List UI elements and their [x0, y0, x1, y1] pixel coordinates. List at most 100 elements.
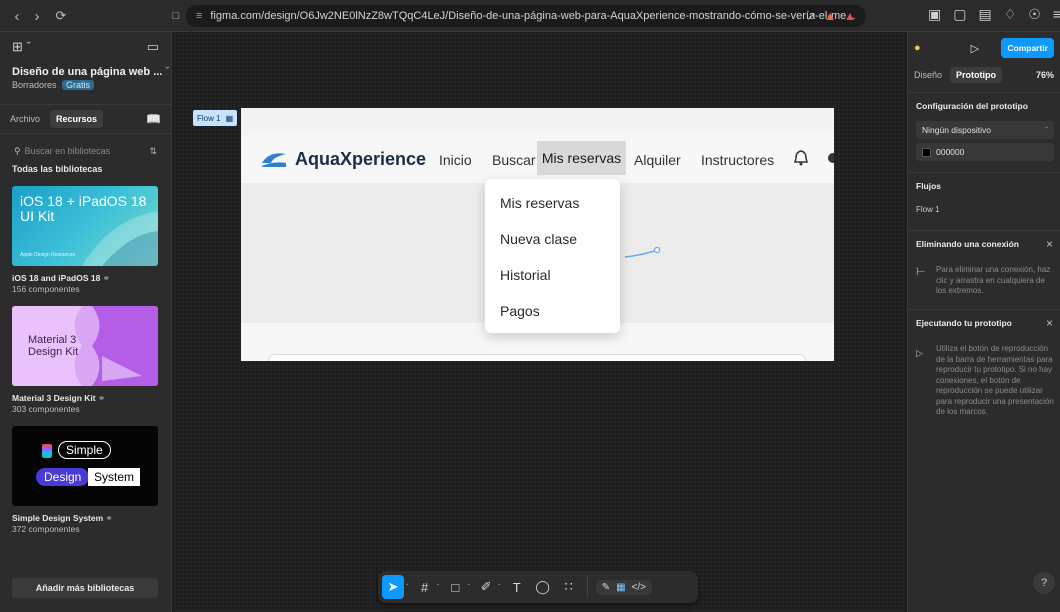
- browser-toolbar: ‹ › ⟳ □ ≡ figma.com/design/O6Jw2NE0lNzZ8…: [0, 0, 1060, 32]
- filter-icon[interactable]: ⇅: [149, 146, 157, 157]
- move-tool-chevron-icon[interactable]: ˇ: [406, 583, 409, 592]
- actions-tool-icon[interactable]: ∷: [559, 575, 579, 599]
- flow-item[interactable]: Flow 1: [916, 205, 940, 216]
- nav-link-buscar[interactable]: Buscar: [492, 152, 536, 168]
- add-libraries-button[interactable]: Añadir más bibliotecas: [12, 578, 158, 598]
- shape-tool-chevron-icon[interactable]: ˇ: [467, 583, 470, 592]
- tab-recursos[interactable]: Recursos: [50, 110, 104, 128]
- run-prototype-text: Utiliza el botón de reproducción de la b…: [936, 344, 1054, 416]
- figma-menu-icon[interactable]: ⊞ ˇ: [12, 39, 31, 55]
- draw-mode-icon[interactable]: ✎: [602, 582, 610, 593]
- tab-icon[interactable]: ▢: [953, 6, 966, 23]
- library-search[interactable]: ⚲ Buscar en bibliotecas ⇅: [8, 140, 163, 162]
- dropdown-item-nueva-clase[interactable]: Nueva clase: [500, 231, 577, 247]
- reservas-dropdown: Mis reservas Nueva clase Historial Pagos: [485, 179, 620, 333]
- search-placeholder: Buscar en bibliotecas: [24, 146, 111, 156]
- help-button[interactable]: ?: [1033, 572, 1055, 594]
- device-select[interactable]: Ningún dispositivo ˇ: [916, 121, 1054, 139]
- move-tool-icon[interactable]: ➤: [382, 575, 404, 599]
- right-panel-header: ● ▷ Compartir: [908, 32, 1060, 64]
- share-button[interactable]: Compartir: [1001, 38, 1054, 58]
- prototype-connection[interactable]: [623, 247, 663, 259]
- menu-icon[interactable]: ≡: [1053, 6, 1060, 23]
- text-tool-icon[interactable]: T: [507, 575, 527, 599]
- chevron-down-icon[interactable]: ˇ: [165, 66, 169, 78]
- dev-mode-icon[interactable]: </>: [632, 582, 646, 593]
- toolbar-separator: [586, 577, 588, 597]
- sidebar-icon[interactable]: ▣: [928, 6, 941, 23]
- present-icon[interactable]: ▷: [971, 42, 979, 55]
- window-icon[interactable]: ▤: [978, 6, 991, 23]
- figma-logo-icon: [42, 444, 52, 458]
- user-avatar[interactable]: [828, 153, 834, 163]
- remove-connection-section: Eliminando una conexión × ⊢ Para elimina…: [908, 230, 1060, 310]
- pen-tool-icon[interactable]: ✐: [476, 575, 496, 599]
- reload-icon[interactable]: ⟳: [50, 5, 72, 27]
- tab-archivo[interactable]: Archivo: [10, 114, 40, 124]
- bell-icon[interactable]: [794, 150, 808, 166]
- disconnect-icon: ⊢: [916, 266, 926, 278]
- back-icon[interactable]: ‹: [6, 5, 28, 27]
- extensions-icon[interactable]: ♢: [1004, 6, 1017, 23]
- nav-link-inicio[interactable]: Inicio: [439, 152, 472, 168]
- nav-link-alquiler[interactable]: Alquiler: [634, 152, 681, 168]
- file-title[interactable]: Diseño de una página web ... ˇ: [0, 62, 171, 78]
- library-link-icon: ⚭: [102, 273, 110, 283]
- tab-prototipo[interactable]: Prototipo: [950, 67, 1003, 83]
- simple-thumb-word1: Simple: [58, 441, 111, 459]
- close-icon[interactable]: ×: [1046, 316, 1053, 330]
- address-bar[interactable]: ≡ figma.com/design/O6Jw2NE0lNzZ8wTQqC4Le…: [186, 5, 866, 27]
- drafts-label[interactable]: Borradores: [12, 80, 57, 90]
- bookmark-icon[interactable]: □: [165, 5, 187, 27]
- library-thumbnail-material[interactable]: Material 3 Design Kit: [12, 306, 158, 386]
- site-logo[interactable]: AquaXperience: [261, 149, 426, 170]
- file-title-text: Diseño de una página web ...: [12, 66, 163, 78]
- left-panel-tabs: Archivo Recursos 📖: [0, 104, 171, 134]
- dropdown-item-historial[interactable]: Historial: [500, 267, 551, 283]
- nav-link-instructores[interactable]: Instructores: [701, 152, 774, 168]
- pen-tool-chevron-icon[interactable]: ˇ: [498, 583, 501, 592]
- plan-badge: Gratis: [62, 80, 95, 90]
- color-swatch[interactable]: [922, 147, 931, 157]
- multiplayer-avatar[interactable]: ●: [914, 42, 921, 54]
- nav-link-mis-reservas[interactable]: Mis reservas: [537, 141, 626, 175]
- library-count-material: 303 componentes: [12, 404, 80, 414]
- background-color-field[interactable]: 000000: [916, 143, 1054, 161]
- flows-section: Flujos Flow 1: [908, 172, 1060, 232]
- forward-icon[interactable]: ›: [26, 5, 48, 27]
- flow-play-icon[interactable]: ▦: [226, 114, 234, 123]
- vpn-icon[interactable]: ☉: [1028, 6, 1041, 23]
- frame-tool-chevron-icon[interactable]: ˇ: [437, 583, 440, 592]
- library-name-material[interactable]: Material 3 Design Kit ⚭: [12, 393, 105, 404]
- comment-tool-icon[interactable]: ◯: [533, 575, 553, 599]
- library-thumbnail-simple[interactable]: Simple Design System: [12, 426, 158, 506]
- library-thumbnail-ios[interactable]: iOS 18 + iPadOS 18 UI Kit Apple Design R…: [12, 186, 158, 266]
- brave-shield-icon[interactable]: ▲: [824, 9, 836, 23]
- flow-start-tag[interactable]: Flow 1 ▦: [193, 110, 238, 126]
- design-canvas[interactable]: Flow 1 ▦ AquaXperience Inicio Buscar Mis…: [173, 32, 906, 612]
- right-panel: ● ▷ Compartir Diseño Prototipo 76% Confi…: [907, 32, 1060, 612]
- rectangle-tool-icon[interactable]: □: [445, 575, 465, 599]
- remove-connection-text: Para eliminar una conexión, haz clic y a…: [936, 265, 1051, 295]
- brand-name: AquaXperience: [295, 149, 427, 169]
- library-name-simple[interactable]: Simple Design System ⚭: [12, 513, 113, 524]
- zoom-level[interactable]: 76%: [1036, 70, 1054, 80]
- tab-diseno[interactable]: Diseño: [914, 70, 942, 80]
- frame-tool-icon[interactable]: #: [415, 575, 435, 599]
- wave-logo-icon: [262, 152, 286, 167]
- ios-thumb-graphic: [82, 211, 158, 266]
- toggle-panel-icon[interactable]: ▭: [147, 39, 159, 55]
- libraries-heading: Todas las bibliotecas: [12, 164, 103, 174]
- simple-thumb-word3: System: [88, 468, 141, 486]
- dropdown-item-pagos[interactable]: Pagos: [500, 303, 540, 319]
- run-prototype-heading: Ejecutando tu prototipo: [916, 318, 1012, 328]
- library-book-icon[interactable]: 📖: [146, 112, 161, 126]
- share-page-icon[interactable]: ↗: [806, 9, 816, 23]
- brave-rewards-icon[interactable]: ▲: [844, 9, 856, 23]
- close-icon[interactable]: ×: [1046, 237, 1053, 251]
- library-name-ios[interactable]: iOS 18 and iPadOS 18 ⚭: [12, 273, 110, 284]
- dropdown-item-mis-reservas[interactable]: Mis reservas: [500, 195, 579, 211]
- design-mode-icon[interactable]: ▦: [616, 582, 625, 593]
- url-actions: ↗ ▲ ▲: [806, 9, 856, 23]
- site-settings-icon[interactable]: ≡: [196, 10, 202, 22]
